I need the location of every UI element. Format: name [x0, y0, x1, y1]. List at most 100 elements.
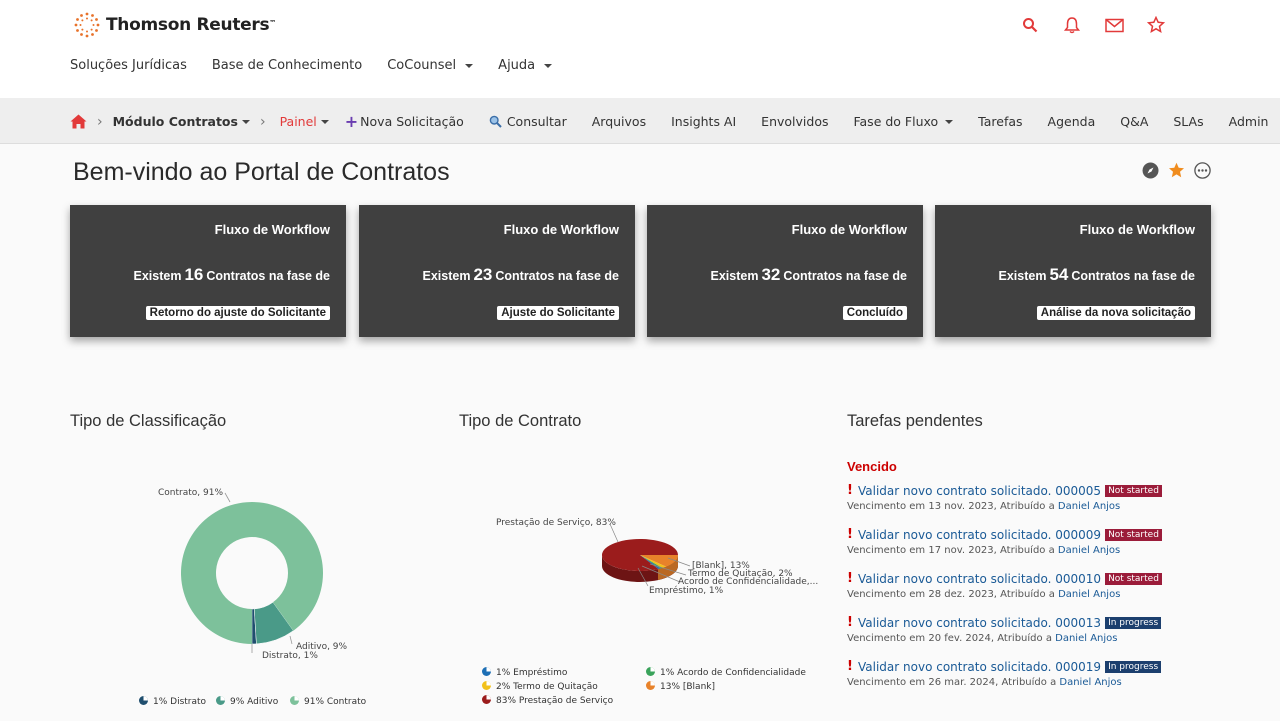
donut-leader-line — [224, 492, 231, 503]
top-nav: Soluções Jurídicas Base de Conhecimento … — [70, 58, 553, 73]
nav-agenda[interactable]: Agenda — [1048, 114, 1096, 129]
module-contratos-dropdown[interactable]: Módulo Contratos — [113, 114, 250, 129]
task-due: Vencimento em 20 fev. 2024, Atribuído a … — [847, 633, 1118, 644]
plus-icon: + — [344, 112, 359, 131]
card-phase-badge[interactable]: Análise da nova solicitação — [1036, 306, 1195, 320]
task-due: Vencimento em 28 dez. 2023, Atribuído a … — [847, 589, 1121, 600]
compass-icon[interactable] — [1142, 162, 1159, 183]
nav-tarefas[interactable]: Tarefas — [978, 114, 1022, 129]
status-badge: In progress — [1105, 660, 1162, 673]
home-icon[interactable] — [70, 114, 87, 129]
donut-label-distrato: Distrato, 1% — [262, 651, 318, 661]
donut-legend-item[interactable]: 1% Distrato — [139, 696, 206, 708]
chevron-down-icon — [320, 119, 329, 124]
card-count: 23 — [473, 265, 493, 284]
card-count-line: Existem 23 Contratos na fase de — [422, 265, 619, 284]
status-badge: Not started — [1105, 528, 1162, 541]
magnifier-icon — [489, 115, 502, 128]
nav-admin[interactable]: Admin — [1229, 114, 1269, 129]
alert-icon: ! — [847, 659, 853, 674]
pie-legend-item[interactable]: 1% Empréstimo — [482, 667, 567, 679]
legend-pie-icon — [216, 696, 225, 708]
nav-ajuda[interactable]: Ajuda — [498, 58, 553, 73]
assignee-link[interactable]: Daniel Anjos — [1058, 545, 1120, 556]
mail-icon[interactable] — [1104, 14, 1124, 36]
card-title: Fluxo de Workflow — [503, 222, 619, 237]
search-icon[interactable] — [1020, 14, 1040, 36]
nav-qa[interactable]: Q&A — [1120, 114, 1148, 129]
contrato-title: Tipo de Contrato — [459, 412, 582, 430]
nav-fase-do-fluxo[interactable]: Fase do Fluxo — [853, 114, 954, 129]
card-count-line: Existem 32 Contratos na fase de — [710, 265, 907, 284]
more-options-icon[interactable] — [1194, 162, 1211, 183]
workflow-card[interactable]: Fluxo de Workflow Existem 54 Contratos na … — [935, 205, 1211, 337]
legend-pie-icon — [290, 696, 299, 708]
pie-legend-item[interactable]: 13% [Blank] — [646, 681, 715, 693]
logo[interactable]: Thomson Reuters™ — [74, 12, 276, 38]
alert-icon: ! — [847, 483, 853, 498]
nova-solicitacao-link[interactable]: + Nova Solicitação — [345, 112, 464, 131]
card-phase-badge[interactable]: Retorno do ajuste do Solicitante — [145, 306, 330, 320]
nav-arquivos[interactable]: Arquivos — [592, 114, 646, 129]
card-phase-badge[interactable]: Ajuste do Solicitante — [497, 306, 619, 320]
status-badge: Not started — [1105, 484, 1162, 497]
task-item: ! Validar novo contrato solicitado. 00000… — [847, 483, 1227, 512]
painel-dropdown[interactable]: Painel — [280, 114, 329, 129]
status-badge: Not started — [1105, 572, 1162, 585]
pie-label-emprestimo: Empréstimo, 1% — [649, 586, 724, 596]
pie-legend-item[interactable]: 83% Prestação de Serviço — [482, 695, 613, 707]
card-count: 32 — [761, 265, 781, 284]
legend-pie-icon — [646, 681, 655, 693]
legend-pie-icon — [139, 696, 148, 708]
chevron-down-icon — [544, 63, 553, 68]
workflow-card[interactable]: Fluxo de Workflow Existem 32 Contratos na … — [647, 205, 923, 337]
nav-solucoes-juridicas[interactable]: Soluções Jurídicas — [70, 58, 187, 73]
nav-cocounsel[interactable]: CoCounsel — [387, 58, 474, 73]
bell-icon[interactable] — [1062, 14, 1082, 36]
pie-legend-item[interactable]: 1% Acordo de Confidencialidade — [646, 667, 806, 679]
breadcrumb-chevron-icon: › — [259, 113, 266, 130]
alert-icon: ! — [847, 527, 853, 542]
card-title: Fluxo de Workflow — [1079, 222, 1195, 237]
module-nav: › Módulo Contratos › Painel + Nova Solici… — [0, 98, 1280, 144]
pie-label-prestacao: Prestação de Serviço, 83% — [496, 518, 616, 528]
top-icons — [1020, 14, 1166, 36]
task-link[interactable]: Validar novo contrato solicitado. 000010 — [858, 572, 1101, 586]
donut-legend-item[interactable]: 91% Contrato — [290, 696, 366, 708]
donut-slice-contrato[interactable] — [181, 502, 323, 644]
task-link[interactable]: Validar novo contrato solicitado. 000013 — [858, 616, 1101, 630]
workflow-card[interactable]: Fluxo de Workflow Existem 16 Contratos na … — [70, 205, 346, 337]
card-phase-badge[interactable]: Concluído — [842, 306, 907, 320]
nav-base-de-conhecimento[interactable]: Base de Conhecimento — [212, 58, 362, 73]
task-item: ! Validar novo contrato solicitado. 00001… — [847, 615, 1227, 644]
card-count: 16 — [184, 265, 204, 284]
assignee-link[interactable]: Daniel Anjos — [1055, 633, 1117, 644]
legend-pie-icon — [482, 667, 491, 679]
donut-leader-line — [289, 635, 293, 645]
task-link[interactable]: Validar novo contrato solicitado. 000009 — [858, 528, 1101, 542]
tarefas-title: Tarefas pendentes — [847, 412, 983, 430]
task-due: Vencimento em 13 nov. 2023, Atribuído a … — [847, 501, 1121, 512]
classificacao-donut-chart[interactable] — [140, 478, 440, 678]
chevron-down-icon — [241, 119, 250, 124]
assignee-link[interactable]: Daniel Anjos — [1059, 677, 1121, 688]
consultar-link[interactable]: Consultar — [489, 114, 567, 129]
card-count: 54 — [1049, 265, 1069, 284]
star-icon[interactable] — [1146, 14, 1166, 36]
nav-envolvidos[interactable]: Envolvidos — [761, 114, 828, 129]
task-link[interactable]: Validar novo contrato solicitado. 000005 — [858, 484, 1101, 498]
task-item: ! Validar novo contrato solicitado. 00000… — [847, 527, 1227, 556]
alert-icon: ! — [847, 571, 853, 586]
breadcrumb-chevron-icon: › — [97, 113, 103, 130]
nav-slas[interactable]: SLAs — [1173, 114, 1203, 129]
overdue-group-title: Vencido — [847, 459, 897, 474]
nav-insights-ai[interactable]: Insights AI — [671, 114, 736, 129]
donut-legend-item[interactable]: 9% Aditivo — [216, 696, 278, 708]
favorite-star-icon[interactable] — [1168, 162, 1185, 183]
task-link[interactable]: Validar novo contrato solicitado. 000019 — [858, 660, 1101, 674]
pie-legend-item[interactable]: 2% Termo de Quitação — [482, 681, 598, 693]
card-title: Fluxo de Workflow — [791, 222, 907, 237]
assignee-link[interactable]: Daniel Anjos — [1058, 589, 1120, 600]
workflow-card[interactable]: Fluxo de Workflow Existem 23 Contratos na … — [359, 205, 635, 337]
assignee-link[interactable]: Daniel Anjos — [1058, 501, 1120, 512]
